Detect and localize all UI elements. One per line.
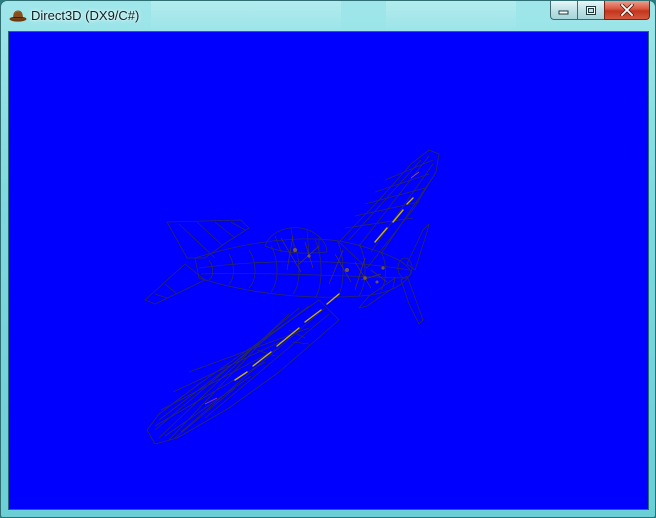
direct3d-viewport[interactable] xyxy=(8,31,649,510)
maximize-button[interactable] xyxy=(577,1,604,20)
aircraft-wireframe xyxy=(144,149,440,445)
spinner xyxy=(397,257,413,279)
minimize-button[interactable] xyxy=(550,1,577,20)
wing-lower-spars xyxy=(154,305,330,441)
caption-buttons xyxy=(550,1,650,20)
maximize-icon xyxy=(586,5,596,15)
close-icon xyxy=(620,4,634,16)
propeller-blade-top xyxy=(406,223,430,271)
propeller-blade-bottom xyxy=(400,275,424,325)
window-title: Direct3D (DX9/C#) xyxy=(31,8,140,23)
hat-icon[interactable] xyxy=(9,8,27,22)
close-button[interactable] xyxy=(604,1,650,20)
application-window: Direct3D (DX9/C#) xyxy=(0,0,656,518)
leading-edge-highlight xyxy=(234,197,414,381)
wing-upper xyxy=(338,149,440,269)
minimize-icon xyxy=(558,10,569,15)
tail-vertical xyxy=(144,263,206,305)
title-bar[interactable]: Direct3D (DX9/C#) xyxy=(1,1,655,31)
fuselage xyxy=(194,238,412,298)
